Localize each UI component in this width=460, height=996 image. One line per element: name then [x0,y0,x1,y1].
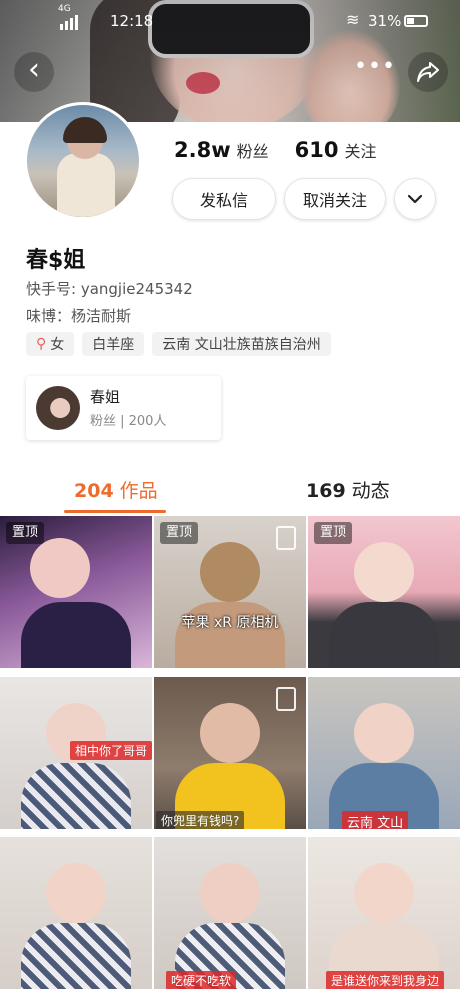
thumbnail-caption: 云南 文山 [342,810,409,829]
unfollow-button[interactable]: 取消关注 [284,178,386,220]
female-icon: ⚲ [36,336,47,352]
video-thumbnail[interactable]: 云南 文山 [308,676,460,829]
video-thumbnail[interactable]: 置顶 [308,516,460,668]
profile-stats: 2.8w 粉丝 610 关注 [174,138,402,162]
expand-button[interactable] [394,178,436,220]
thumbnail-caption: 是谁送你来到我身边 [326,971,445,990]
fan-group-name: 春姐 [90,388,121,406]
share-button[interactable] [408,52,448,92]
signal-icon [60,8,78,30]
zodiac-tag: 白羊座 [82,332,145,356]
video-thumbnail[interactable]: 你兜里有钱吗? [154,676,306,829]
thumbnail-caption: 你兜里有钱吗? [156,810,245,829]
gender-tag: ⚲ 女 [26,332,75,356]
fan-group-card[interactable]: 春姐 粉丝 | 200人 [26,376,221,440]
kwai-id: 快手号: yangjie245342 [26,280,193,298]
fans-label[interactable]: 粉丝 [237,138,269,162]
pinned-badge: 置顶 [160,522,199,544]
thumbnail-caption: 苹果 xR 原相机 [181,615,279,631]
video-thumbnail[interactable] [0,837,152,990]
following-label[interactable]: 关注 [344,138,376,162]
content-tabs: 204 作品 169 动态 [0,466,460,516]
fans-count[interactable]: 2.8w [174,138,231,162]
moments-label: 动态 [351,480,390,502]
pinned-badge: 置顶 [6,522,45,544]
gender-label: 女 [50,337,65,353]
more-dots-icon: ••• [354,54,396,79]
chevron-left-icon: ‹ [28,52,40,87]
video-thumbnail[interactable]: 相中你了哥哥 [0,676,152,829]
phone-icon [276,686,296,711]
works-count: 204 [74,480,114,502]
profile-tags: ⚲ 女 白羊座 云南 文山壮族苗族自治州 [26,332,331,356]
avatar[interactable] [24,102,142,220]
chevron-down-icon [407,194,423,204]
following-count[interactable]: 610 [295,138,339,162]
back-button[interactable]: ‹ [14,52,54,92]
active-tab-indicator [64,510,166,513]
battery-percent: 31% [368,12,402,30]
works-label: 作品 [119,480,158,502]
wifi-icon: ≋ [346,10,360,29]
video-thumbnail[interactable]: 是谁送你来到我身边 [308,837,460,990]
video-thumbnail[interactable]: 置顶 苹果 xR 原相机 [154,516,306,668]
phone-icon [276,526,296,550]
share-icon [417,62,439,82]
location-tag: 云南 文山壮族苗族自治州 [152,332,331,356]
battery-icon [404,15,428,27]
thumbnail-caption: 相中你了哥哥 [70,740,152,760]
works-grid: 置顶 置顶 苹果 xR 原相机 置顶 相中你了哥哥 你兜里有钱吗? 云南 文山 … [0,516,460,996]
video-thumbnail[interactable]: 吃硬不吃软 [154,837,306,990]
profile-name: 春$姐 [26,248,86,273]
status-bar: 4G 12:18 ≋ 31% [0,4,460,36]
moments-count: 169 [306,480,346,502]
fan-group-count: 粉丝 | 200人 [90,414,167,429]
video-thumbnail[interactable]: 置顶 [0,516,152,668]
fan-group-avatar [36,386,80,430]
tab-works[interactable]: 204 作品 [74,476,158,503]
weibo-id: 味博：杨洁耐斯 [26,307,132,325]
send-message-button[interactable]: 发私信 [172,178,276,220]
more-options-button[interactable]: ••• [354,56,395,88]
pinned-badge: 置顶 [314,522,353,544]
thumbnail-caption: 吃硬不吃软 [166,971,237,990]
tab-moments[interactable]: 169 动态 [306,476,390,503]
status-time: 12:18 [110,12,154,30]
profile-section: 2.8w 粉丝 610 关注 发私信 取消关注 春$姐 快手号: yangjie… [0,102,460,502]
